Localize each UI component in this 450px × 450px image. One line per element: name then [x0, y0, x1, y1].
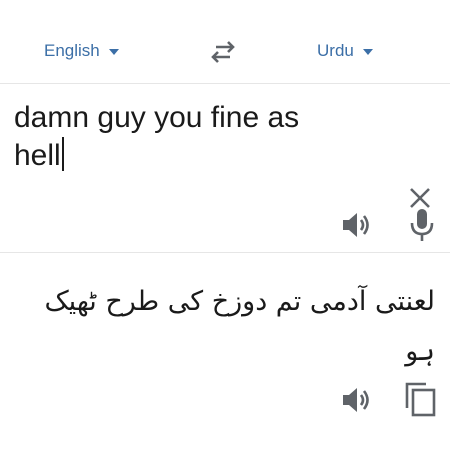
listen-translation-button[interactable]	[341, 385, 373, 415]
translated-text: لعنتی آدمی تم دوزخ کی طرح ٹھیک ہو	[44, 286, 436, 367]
target-chevron-down-icon	[362, 49, 373, 55]
swap-icon	[211, 41, 235, 63]
copy-icon	[405, 382, 436, 417]
source-text: damn guy you fine as hell	[14, 101, 308, 172]
target-language-label: Urdu	[317, 41, 354, 60]
source-language-selector[interactable]: English	[44, 38, 119, 64]
section-divider	[0, 252, 450, 253]
speaker-icon	[343, 213, 369, 237]
source-text-input[interactable]: damn guy you fine as hell	[14, 99, 354, 175]
source-input-area[interactable]: damn guy you fine as hell	[0, 84, 450, 251]
voice-input-button[interactable]	[408, 208, 436, 242]
copy-translation-button[interactable]	[404, 381, 438, 417]
language-bar: English Urdu	[0, 0, 450, 84]
listen-source-button[interactable]	[341, 210, 373, 240]
speaker-icon	[343, 388, 369, 412]
target-language-selector[interactable]: Urdu	[317, 38, 373, 64]
text-cursor	[61, 137, 64, 171]
microphone-icon	[410, 209, 434, 241]
swap-languages-button[interactable]	[206, 37, 240, 67]
source-language-label: English	[44, 41, 100, 60]
source-chevron-down-icon	[108, 49, 119, 55]
